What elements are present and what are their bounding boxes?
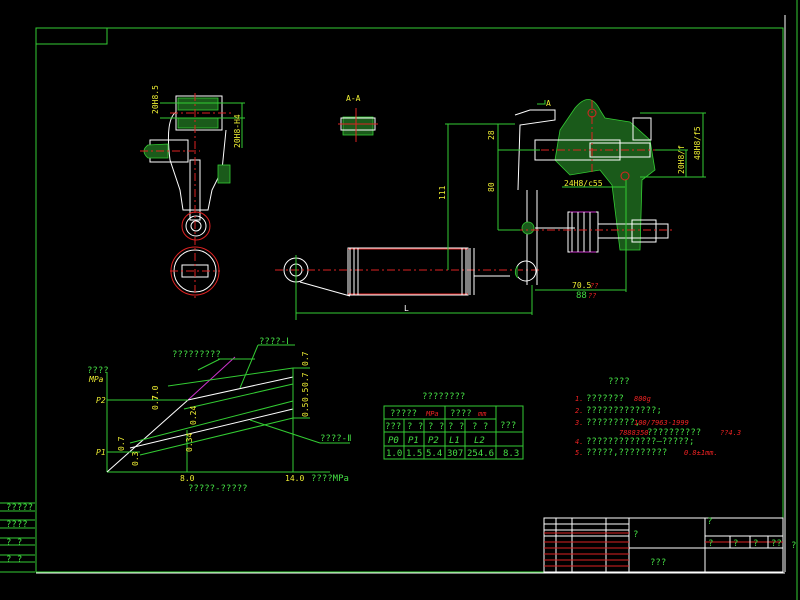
annotation: 0.7 [301,372,310,387]
p1-label: P1 [96,448,106,457]
table-subheader: ? ? [448,422,464,432]
table-value: 8.3 [503,449,519,459]
table-subheader: ??? [385,422,401,432]
corner-box [35,27,108,45]
dim-88-tol: ?? [588,292,596,300]
annotation: 0.5 [301,402,310,417]
dim-28: 28 [487,130,496,140]
table-value: 254.6 [467,449,494,459]
note-text: ??????? [586,394,624,404]
strip-text: ???? [6,520,28,530]
title-block: ??? ? ? ? ? ? ?? ? [543,517,796,573]
chart-label-upper: ????-Ⅰ [259,337,289,347]
table-header: ??? [500,421,516,431]
dim-88: 88 [576,291,587,301]
table-value: 5.4 [426,449,442,459]
note-num: 2. [575,407,583,415]
table-symbol: P0 [388,436,399,446]
p2-label: P2 [96,396,106,405]
note-text: ?????????????; [586,406,662,416]
arrow-label: A [546,99,551,108]
annotation: 0.7 [301,351,310,366]
table-unit: mm [477,410,487,418]
scale-cell: ? [753,539,758,549]
note-red: 800g [634,395,651,403]
table-subheader: ? ? [428,422,444,432]
annotation: 0.7 [151,395,160,410]
characteristic-chart: ????????? ????-Ⅰ ????-Ⅱ ???? MPa P2 P1 8… [87,337,352,494]
dim-111: 111 [438,185,447,200]
annotation: 0.3 [131,451,140,466]
y-axis-unit: MPa [88,375,104,384]
note-text: ?????????, [586,418,640,428]
note-num: 3. [574,419,583,427]
table-value: 1.0 [386,449,402,459]
note-num: 5. [575,449,583,457]
table-subheader: ? ? [407,422,423,432]
annotation: 0.24 [189,406,198,425]
annotation: 0.5 [301,387,310,402]
scale-cell: ? [733,539,738,549]
table-value: 307 [447,449,463,459]
x-tick: 8.0 [180,474,195,483]
tech-notes: ???? 1. ??????? 800g 2. ?????????????; 3… [574,377,741,458]
spec-table: ???????? ????? MPa ???? mm ??? ??? ? ? ?… [383,392,524,460]
note-red: 0.8±1mm. [684,449,718,457]
strip-text: ? ? [6,538,22,548]
drawing-frame [35,27,784,573]
left-strip: ????? ???? ? ? ? ? [0,502,35,573]
side-mark: ? [791,541,796,551]
table-symbol: L2 [474,436,485,446]
x-tick: 14.0 [285,474,304,483]
strip-text: ????? [6,503,33,513]
chart-label-lower: ????-Ⅱ [320,434,352,444]
section-label: A-A [346,94,361,103]
table-header: ????? [390,409,417,419]
note-red: 7888350 [619,429,649,437]
note-num: 1. [575,395,583,403]
note-text: ?????????????—?????; [586,437,694,447]
dim-right-outer: 48H8/f5 [693,126,702,160]
strip-text: ? ? [6,555,22,565]
dim-length: L [404,304,409,313]
chart-title: ?????-????? [188,484,248,494]
section-aa: A-A [338,94,378,142]
dim-hole: 24H8/c55 [564,179,603,188]
dim-right-inner: 20H8/f [677,145,686,174]
side-view: 20H8.5 20H8-H4 [140,85,245,300]
chart-line-label: ????????? [172,350,221,360]
table-unit: MPa [425,410,439,418]
note-red: ??4.3 [720,429,741,437]
spec-table-title: ???????? [422,392,465,402]
note-num: 4. [575,438,583,446]
annotation: 0.34 [185,433,194,452]
dim-70-tol: ?? [590,282,598,290]
dim-70: 70.5 [572,281,591,290]
table-symbol: P2 [428,436,439,446]
cad-drawing: ????? ???? ? ? ? ? 20H8.5 20H8-H4 A-A A … [0,0,798,600]
dim-left-top: 20H8.5 [151,85,160,114]
dim-left-side: 20H8-H4 [233,114,242,148]
note-text: ?????,????????? [586,448,667,458]
scale-cell: ?? [771,539,782,549]
drawing-name: ??? [650,558,666,568]
note-red: 100/7963-1999 [634,419,689,427]
title-cell: ? [707,517,712,527]
annotation: 0.7 [117,436,126,451]
notes-title: ???? [608,377,630,387]
table-header: ???? [450,409,472,419]
table-symbol: P1 [408,436,419,446]
table-subheader: ? ? [472,422,488,432]
title-cell: ? [633,530,638,540]
scale-cell: ? [708,539,713,549]
table-symbol: L1 [449,436,460,446]
dim-80: 80 [487,182,496,192]
table-value: 1.5 [406,449,422,459]
x-axis-label: ????MPa [311,474,349,484]
